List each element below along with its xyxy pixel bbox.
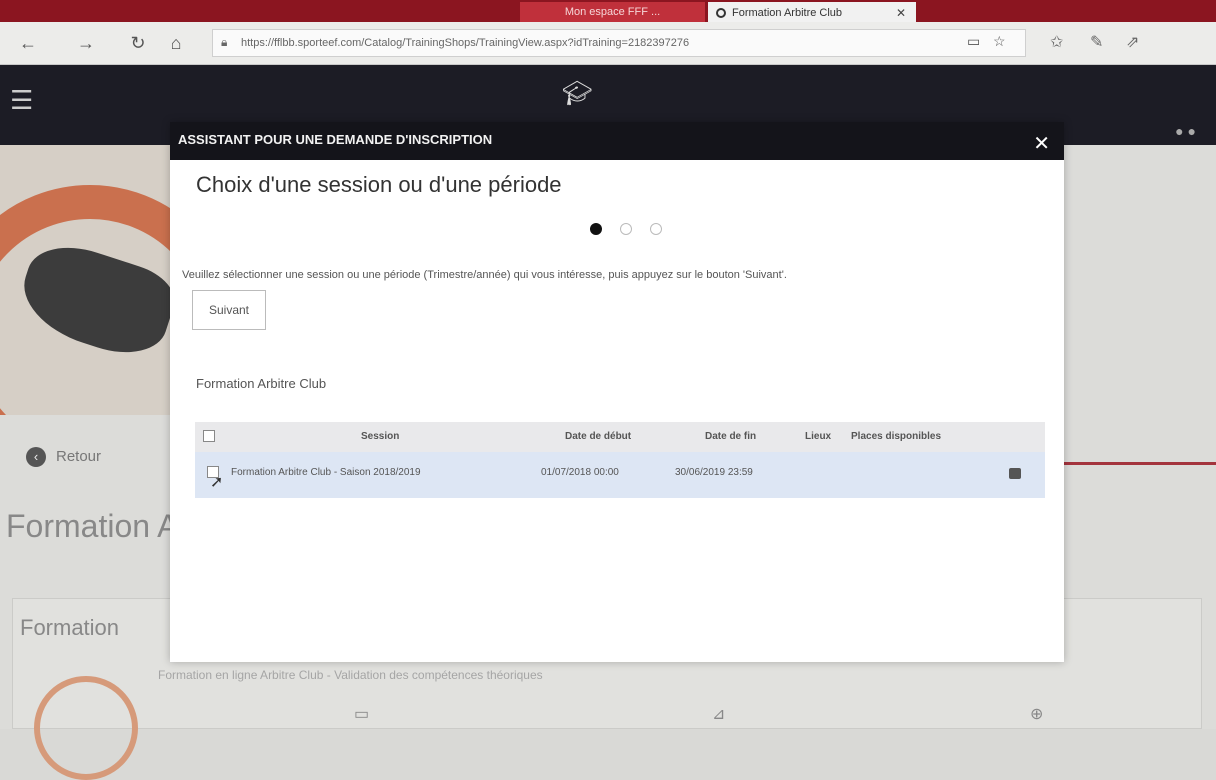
- address-url[interactable]: https://fflbb.sporteef.com/Catalog/Train…: [241, 30, 689, 56]
- divider: [1062, 462, 1216, 465]
- details-icon[interactable]: [1009, 468, 1021, 479]
- tab-close-icon[interactable]: ✕: [896, 2, 906, 24]
- user-icons[interactable]: ●●: [1175, 123, 1200, 139]
- graduation-cap-icon: 🎓︎: [562, 80, 593, 107]
- browser-tab-inactive[interactable]: Mon espace FFF ...: [520, 2, 705, 22]
- close-icon[interactable]: ✕: [1033, 134, 1050, 154]
- step-indicator: [590, 222, 680, 240]
- browser-tab-title: Formation Arbitre Club: [732, 7, 843, 19]
- cell-end-date: 30/06/2019 23:59: [675, 467, 753, 478]
- monitor-icon: ▭: [354, 706, 370, 723]
- browser-tab-active[interactable]: Formation Arbitre Club ✕: [708, 2, 916, 24]
- hub-icon[interactable]: ✩: [1050, 32, 1063, 52]
- tab-favicon-icon: [716, 8, 726, 19]
- col-start-date: Date de début: [565, 431, 632, 442]
- col-end-date: Date de fin: [705, 431, 757, 442]
- pen-icon[interactable]: ✎: [1090, 32, 1103, 52]
- star-icon[interactable]: ☆: [993, 33, 1006, 50]
- lock-icon: 🔒︎: [221, 35, 228, 49]
- col-session: Session: [361, 431, 400, 442]
- card-thumbnail: [34, 676, 138, 780]
- cell-start-date: 01/07/2018 00:00: [541, 467, 619, 478]
- browser-toolbar: ← → ↻ ⌂ 🔒︎ https://fflbb.sporteef.com/Ca…: [0, 22, 1216, 65]
- step-dot-1: [590, 223, 602, 235]
- refresh-icon[interactable]: ↻: [124, 30, 152, 56]
- share-icon[interactable]: ⇗: [1126, 32, 1139, 52]
- card-title: Formation: [20, 615, 120, 640]
- browser-tab-strip: Mon espace FFF ... Formation Arbitre Clu…: [0, 0, 1216, 24]
- section-title: Formation Arbitre Club: [196, 376, 327, 391]
- col-seats: Places disponibles: [851, 431, 942, 442]
- next-button[interactable]: Suivant: [192, 290, 266, 330]
- modal-header: ASSISTANT POUR UNE DEMANDE D'INSCRIPTION…: [170, 122, 1064, 160]
- globe-icon: ⊕: [1030, 706, 1044, 723]
- step-dot-3: [650, 223, 662, 235]
- table-row[interactable]: Formation Arbitre Club - Saison 2018/201…: [195, 452, 1045, 498]
- forward-icon[interactable]: →: [72, 30, 100, 56]
- select-all-checkbox[interactable]: [203, 430, 215, 442]
- address-bar[interactable]: 🔒︎ https://fflbb.sporteef.com/Catalog/Tr…: [212, 29, 1026, 57]
- cell-session: Formation Arbitre Club - Saison 2018/201…: [231, 467, 421, 478]
- page-title: Formation A: [6, 508, 179, 544]
- modal-title: ASSISTANT POUR UNE DEMANDE D'INSCRIPTION: [178, 132, 493, 147]
- instruction-text: Veuillez sélectionner une session ou une…: [182, 269, 787, 281]
- back-icon[interactable]: ←: [14, 30, 42, 56]
- menu-icon[interactable]: ☰: [10, 85, 33, 116]
- back-link[interactable]: ‹ Retour: [26, 447, 101, 467]
- home-icon[interactable]: ⌂: [162, 30, 190, 56]
- step-dot-2: [620, 223, 632, 235]
- registration-modal: ASSISTANT POUR UNE DEMANDE D'INSCRIPTION…: [170, 122, 1064, 662]
- col-place: Lieux: [805, 431, 832, 442]
- reader-view-icon[interactable]: ▭: [967, 33, 980, 50]
- pen-tool-icon: ⊿: [712, 706, 726, 723]
- card-subtitle: Formation en ligne Arbitre Club - Valida…: [158, 668, 543, 682]
- chevron-left-icon: ‹: [26, 447, 46, 467]
- step-title: Choix d'une session ou d'une période: [196, 172, 562, 197]
- back-label: Retour: [56, 448, 102, 465]
- mouse-cursor-icon: ➚: [210, 474, 224, 491]
- table-header: Session Date de début Date de fin Lieux …: [195, 422, 1045, 452]
